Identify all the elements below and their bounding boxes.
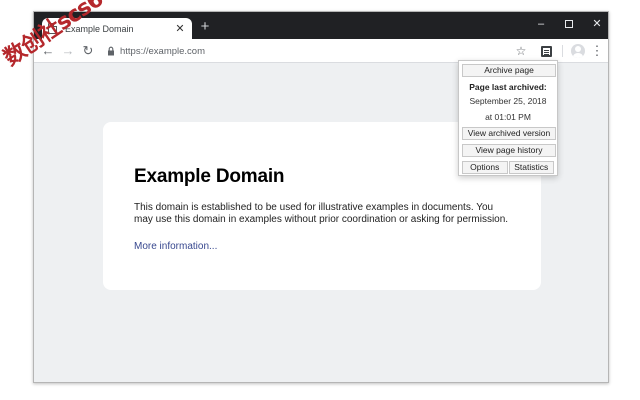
more-information-link[interactable]: More information... — [134, 241, 217, 252]
statistics-button[interactable]: Statistics — [508, 161, 554, 174]
page-title: Example Domain — [134, 166, 285, 187]
options-button[interactable]: Options — [462, 161, 508, 174]
forward-button[interactable]: → — [59, 42, 77, 60]
archive-popup: Archive page Page last archived: Septemb… — [458, 60, 558, 176]
tab-close-icon[interactable]: ✕ — [174, 22, 186, 35]
lock-icon — [108, 46, 114, 56]
avatar-icon[interactable] — [571, 44, 585, 58]
view-history-button[interactable]: View page history — [462, 144, 556, 157]
reload-button[interactable]: ↻ — [79, 42, 97, 60]
title-bar: Example Domain ✕ + – ✕ — [34, 12, 608, 39]
view-archived-button[interactable]: View archived version — [462, 127, 556, 140]
archived-date: September 25, 2018 — [469, 96, 547, 106]
minimize-button[interactable]: – — [528, 14, 554, 34]
page-paragraph: This domain is established to be used fo… — [134, 202, 509, 225]
archive-extension-icon[interactable] — [537, 42, 555, 60]
new-tab-button[interactable]: + — [197, 18, 213, 36]
menu-icon[interactable]: ⋮ — [590, 42, 604, 60]
maximize-icon — [565, 20, 573, 29]
browser-window: Example Domain ✕ + – ✕ ← → ↻ https://exa… — [33, 11, 609, 383]
toolbar-divider — [562, 45, 563, 57]
url-text: https://example.com — [120, 45, 206, 57]
maximize-button[interactable] — [556, 14, 582, 34]
last-archived-label: Page last archived: — [469, 82, 547, 92]
address-bar[interactable]: https://example.com — [100, 42, 538, 60]
close-window-button[interactable]: ✕ — [584, 14, 608, 34]
archive-page-button[interactable]: Archive page — [462, 64, 556, 77]
archived-time: at 01:01 PM — [485, 112, 531, 122]
bookmark-star-icon[interactable]: ☆ — [512, 42, 530, 60]
popup-footer-row: Options Statistics — [462, 161, 554, 174]
